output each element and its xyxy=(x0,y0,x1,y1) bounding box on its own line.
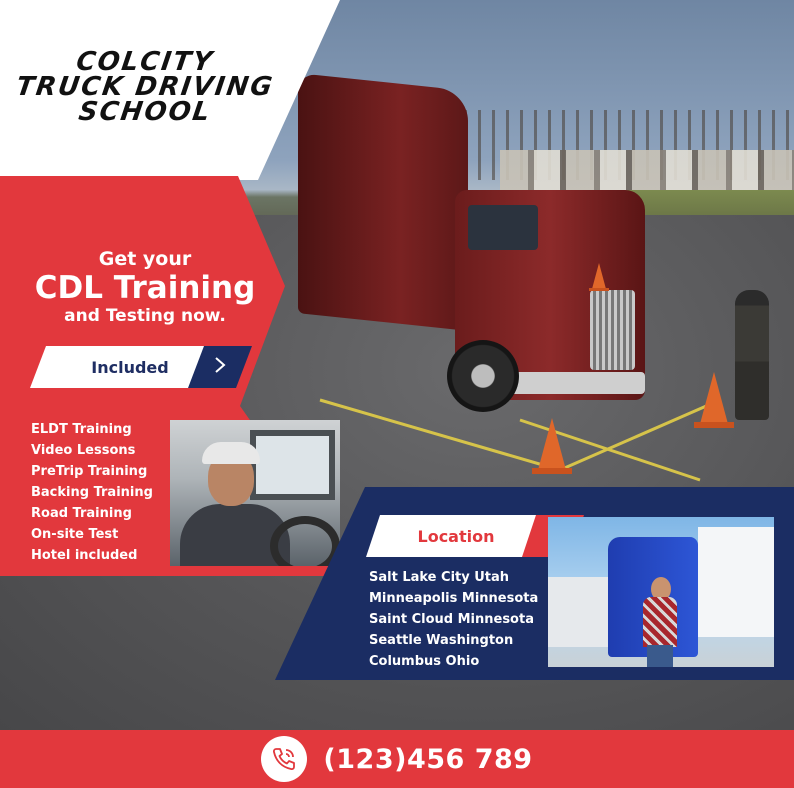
list-item: Minneapolis Minnesota xyxy=(369,591,539,606)
photo-traffic-cone xyxy=(589,263,609,291)
location-list: Salt Lake City Utah Minneapolis Minnesot… xyxy=(369,567,538,672)
blue-truck-photo-trailer xyxy=(698,527,774,637)
list-item: ELDT Training xyxy=(31,422,132,437)
list-item: Backing Training xyxy=(31,485,153,500)
list-item: Seattle Washington xyxy=(369,633,514,648)
list-item: Road Training xyxy=(31,506,132,521)
included-list: ELDT Training Video Lessons PreTrip Trai… xyxy=(31,419,153,566)
school-logo-title: COLCITY TRUCK DRIVING SCHOOL xyxy=(0,47,290,127)
location-label: Location xyxy=(417,526,495,546)
chevron-right-icon xyxy=(213,355,227,379)
photo-houses xyxy=(500,150,794,190)
included-label: Included xyxy=(91,357,169,377)
driver-photo-steering-wheel xyxy=(270,516,340,566)
list-item: On-site Test xyxy=(31,527,119,542)
blue-truck-photo xyxy=(548,517,774,667)
photo-truck-sleeper xyxy=(298,73,468,331)
driver-photo-window xyxy=(250,430,335,500)
photo-instructor xyxy=(735,290,769,420)
blue-truck-photo-trailer-left xyxy=(548,577,610,647)
driver-photo-cap xyxy=(202,442,260,464)
phone-number[interactable]: (123)456 789 xyxy=(323,744,532,775)
contact-bar: (123)456 789 xyxy=(0,730,794,788)
list-item: Saint Cloud Minnesota xyxy=(369,612,534,627)
blue-truck-photo-person-legs xyxy=(647,645,673,667)
driver-photo xyxy=(170,420,340,566)
photo-truck-windshield xyxy=(468,205,538,250)
list-item: Columbus Ohio xyxy=(369,654,480,669)
list-item: Salt Lake City Utah xyxy=(369,570,510,585)
photo-traffic-cone xyxy=(532,418,572,474)
photo-truck-wheel xyxy=(447,340,519,412)
list-item: Hotel included xyxy=(31,548,138,563)
promo-headline: CDL Training xyxy=(34,270,256,306)
promo-line-1: Get your xyxy=(98,248,192,270)
promo-line-3: and Testing now. xyxy=(64,306,226,326)
list-item: Video Lessons xyxy=(31,443,136,458)
list-item: PreTrip Training xyxy=(31,464,148,479)
photo-truck-grille xyxy=(590,290,635,370)
blue-truck-photo-person-shirt xyxy=(643,597,677,647)
location-button[interactable]: Location xyxy=(366,515,546,557)
phone-icon[interactable] xyxy=(261,736,308,782)
title-line: SCHOOL xyxy=(76,97,214,127)
photo-traffic-cone xyxy=(694,372,734,428)
